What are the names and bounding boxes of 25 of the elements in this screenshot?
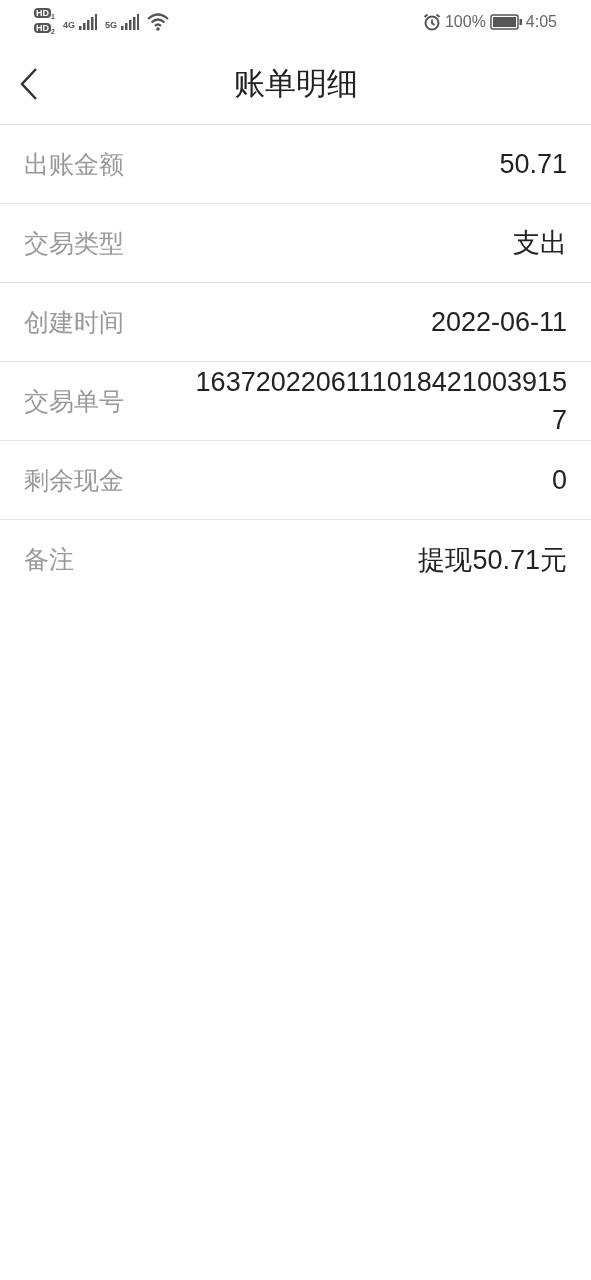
field-label: 交易单号 <box>24 385 124 418</box>
clock-time: 4:05 <box>525 13 557 31</box>
field-value: 支出 <box>513 227 567 260</box>
field-label: 剩余现金 <box>24 464 124 497</box>
battery-icon <box>489 14 522 30</box>
back-icon[interactable] <box>18 66 40 102</box>
field-value: 0 <box>551 464 567 497</box>
field-value: 2022-06-11 <box>430 306 567 339</box>
field-value: 提现50.71元 <box>418 543 567 577</box>
sim-label: HD $_{2}$ <box>34 22 55 37</box>
sim-label: HD $_{1}$ <box>34 7 55 22</box>
page-title: 账单明细 <box>233 64 358 103</box>
field-label: 交易类型 <box>24 227 124 260</box>
field-value: 50.71 <box>499 148 567 181</box>
signal-icon <box>78 14 97 30</box>
field-label: 创建时间 <box>24 306 124 339</box>
wifi-icon <box>146 13 169 31</box>
field-label: 备注 <box>24 544 74 576</box>
network-type: 4G <box>62 19 75 30</box>
field-value: 16372022061110184210039157 <box>194 366 567 437</box>
network-type: 5G <box>104 19 117 30</box>
alarm-icon <box>422 13 441 31</box>
battery-percent: 100% <box>444 13 486 31</box>
signal-icon <box>120 14 139 30</box>
field-label: 出账金额 <box>24 148 124 181</box>
